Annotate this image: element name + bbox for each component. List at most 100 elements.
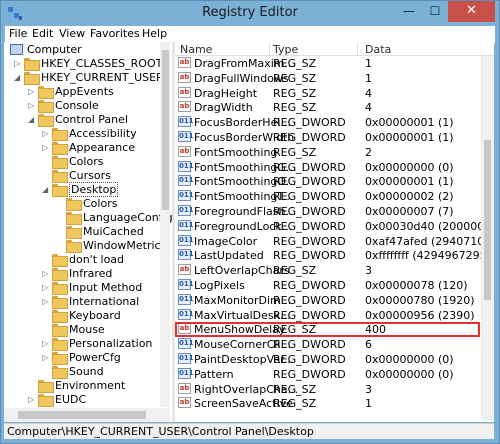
expand-arrow-icon[interactable]: ▷	[42, 143, 50, 152]
tree-scrollbar-thumb[interactable]	[162, 50, 169, 210]
value-row[interactable]: 011 FontSmoothingT... REG_DWORD 0x00000002 …	[175, 190, 481, 204]
value-row[interactable]: 011 PaintDesktopVer... REG_DWORD 0x00000000…	[175, 353, 481, 367]
tree-item[interactable]: Keyboard	[4, 309, 172, 323]
value-row[interactable]: ab FontSmoothing REG_SZ 2	[175, 145, 481, 160]
value-name: Pattern	[194, 367, 234, 381]
value-row[interactable]: ab DragWidth REG_SZ 4	[175, 101, 481, 115]
expand-arrow-icon[interactable]: ▷	[42, 339, 50, 348]
value-row[interactable]: ab DragFullWindows REG_SZ 1	[175, 71, 481, 86]
expand-arrow-icon[interactable]: ▷	[42, 353, 50, 362]
value-row[interactable]: 011 ImageColor REG_DWORD 0xaf47afed (294071…	[175, 234, 494, 249]
value-row[interactable]: 011 MaxMonitorDim... REG_DWORD 0x00000780 (…	[175, 293, 481, 308]
value-row[interactable]: ab DragHeight REG_SZ 4	[175, 86, 481, 101]
string-value-icon: ab	[178, 57, 191, 68]
value-row[interactable]: 011 FontSmoothingG... REG_DWORD 0x00000000 …	[175, 160, 481, 175]
value-row[interactable]: ab MenuShowDelay REG_SZ 400	[175, 323, 481, 337]
collapse-arrow-icon[interactable]: ◢	[42, 185, 50, 194]
tree-item[interactable]: ▷ PowerCfg	[4, 351, 172, 365]
tree-item[interactable]: LanguageConfiguratio	[4, 211, 172, 225]
column-header-name[interactable]: Name	[180, 43, 212, 56]
value-name: ImageColor	[194, 234, 258, 248]
tree-item[interactable]: don't load	[4, 253, 172, 267]
column-separator[interactable]	[357, 42, 358, 56]
value-row[interactable]: 011 LogPixels REG_DWORD 0x00000078 (120)	[175, 279, 481, 293]
tree-item[interactable]: ◢ HKEY_CURRENT_USER	[4, 71, 172, 85]
expand-arrow-icon[interactable]: ▷	[42, 283, 50, 292]
tree-item-label: EUDC	[55, 393, 87, 406]
value-row[interactable]: 011 LastUpdated REG_DWORD 0xffffffff (42949…	[175, 249, 491, 263]
tree-item[interactable]: Colors	[4, 197, 172, 211]
expand-arrow-icon[interactable]: ▷	[42, 269, 50, 278]
tree-item[interactable]: ▷ Console	[4, 99, 172, 113]
value-row[interactable]: ab DragFromMaxim... REG_SZ 1	[175, 57, 481, 71]
registry-values-list[interactable]: Name Type Data ab DragFromMaxim... REG_SZ 1…	[175, 42, 494, 422]
maximize-button[interactable]: ☐	[422, 1, 448, 22]
tree-item-label: MuiCached	[83, 225, 144, 238]
value-data: 0x00000000 (0)	[365, 353, 454, 366]
value-row[interactable]: 011 ForegroundFlash... REG_DWORD 0x00000007…	[175, 205, 481, 219]
tree-item[interactable]: ▷ Personalization	[4, 337, 172, 351]
tree-hscrollbar-thumb[interactable]	[18, 411, 146, 419]
value-row[interactable]: 011 FontSmoothingO... REG_DWORD 0x00000001 …	[175, 175, 481, 189]
tree-item[interactable]: Computer	[4, 43, 172, 57]
value-row[interactable]: 011 FocusBorderWidth REG_DWORD 0x00000001 (…	[175, 131, 481, 145]
menu-file[interactable]: File	[9, 27, 27, 40]
minimize-button[interactable]: —	[396, 1, 422, 22]
tree-item[interactable]: Cursors	[4, 169, 172, 183]
binary-value-icon: 011	[178, 308, 194, 320]
value-row[interactable]: ab LeftOverlapChars REG_SZ 3	[175, 264, 481, 278]
expand-arrow-icon[interactable]: ▷	[28, 87, 36, 96]
value-row[interactable]: 011 MaxVirtualDesk... REG_DWORD 0x00000956 …	[175, 308, 481, 323]
value-row[interactable]: ab RightOverlapCha... REG_SZ 3	[175, 382, 481, 397]
tree-item[interactable]: ▷ Accessibility	[4, 127, 172, 141]
tree-item[interactable]: ▷ International	[4, 295, 172, 309]
column-header-type[interactable]: Type	[273, 43, 298, 56]
expand-arrow-icon[interactable]: ▷	[28, 101, 36, 110]
tree-item[interactable]: Environment	[4, 379, 172, 393]
column-separator[interactable]	[269, 42, 270, 56]
tree-item[interactable]: ▷ EUDC	[4, 393, 172, 407]
folder-icon	[52, 282, 68, 295]
tree-item[interactable]: ▷ Input Method	[4, 281, 172, 295]
value-type: REG_DWORD	[273, 175, 346, 189]
tree-item[interactable]: ▷ AppEvents	[4, 85, 172, 99]
tree-item[interactable]: Sound	[4, 365, 172, 379]
expand-arrow-icon[interactable]: ▷	[42, 129, 50, 138]
close-button[interactable]: ✕	[448, 1, 495, 22]
tree-item[interactable]: Mouse	[4, 323, 172, 337]
collapse-arrow-icon[interactable]: ◢	[28, 115, 36, 124]
tree-item-label: Mouse	[69, 323, 105, 336]
value-row[interactable]: 011 Pattern REG_DWORD 0x00000000 (0)	[175, 367, 481, 382]
menu-help[interactable]: Help	[142, 27, 167, 40]
value-row[interactable]: ab ScreenSaveActive REG_SZ 1	[175, 397, 481, 411]
tree-item[interactable]: ▷ HKEY_CLASSES_ROOT	[4, 57, 172, 71]
tree-item[interactable]: ▷ Appearance	[4, 141, 172, 155]
binary-value-icon: 011	[178, 190, 194, 202]
tree-item[interactable]: ▷ Infrared	[4, 267, 172, 281]
title-bar[interactable]: Registry Editor — ☐ ✕	[1, 1, 499, 26]
value-row[interactable]: 011 FocusBorderHei... REG_DWORD 0x00000001 …	[175, 116, 481, 130]
value-row[interactable]: 011 ForegroundLock... REG_DWORD 0x00030d40 …	[175, 219, 489, 234]
value-name: LogPixels	[194, 279, 245, 292]
expand-arrow-icon[interactable]: ▷	[42, 297, 50, 306]
folder-icon	[38, 114, 54, 127]
tree-item[interactable]: ◢ Desktop	[4, 182, 172, 197]
tree-item[interactable]: MuiCached	[4, 225, 172, 239]
menu-view[interactable]: View	[59, 27, 85, 40]
expand-arrow-icon[interactable]: ▷	[14, 59, 22, 68]
tree-item[interactable]: ◢ Control Panel	[4, 113, 172, 127]
menu-edit[interactable]: Edit	[32, 27, 53, 40]
registry-key-tree[interactable]: Computer ▷ HKEY_CLASSES_ROOT ◢ HKEY_CURRENT_…	[4, 42, 172, 422]
column-header-data[interactable]: Data	[365, 43, 391, 56]
list-scrollbar-thumb[interactable]	[484, 140, 491, 300]
value-row[interactable]: 011 MouseCornerCli... REG_DWORD 6	[175, 338, 481, 352]
expand-arrow-icon[interactable]: ▷	[28, 395, 36, 404]
menu-favorites[interactable]: Favorites	[90, 27, 140, 40]
tree-item[interactable]: WindowMetrics	[4, 239, 172, 253]
collapse-arrow-icon[interactable]: ◢	[14, 73, 22, 82]
tree-item-label: Sound	[69, 365, 104, 378]
tree-item[interactable]: Colors	[4, 155, 172, 169]
value-data: 1	[365, 71, 372, 85]
value-data: 4	[365, 86, 372, 100]
binary-value-icon: 011	[178, 249, 194, 261]
